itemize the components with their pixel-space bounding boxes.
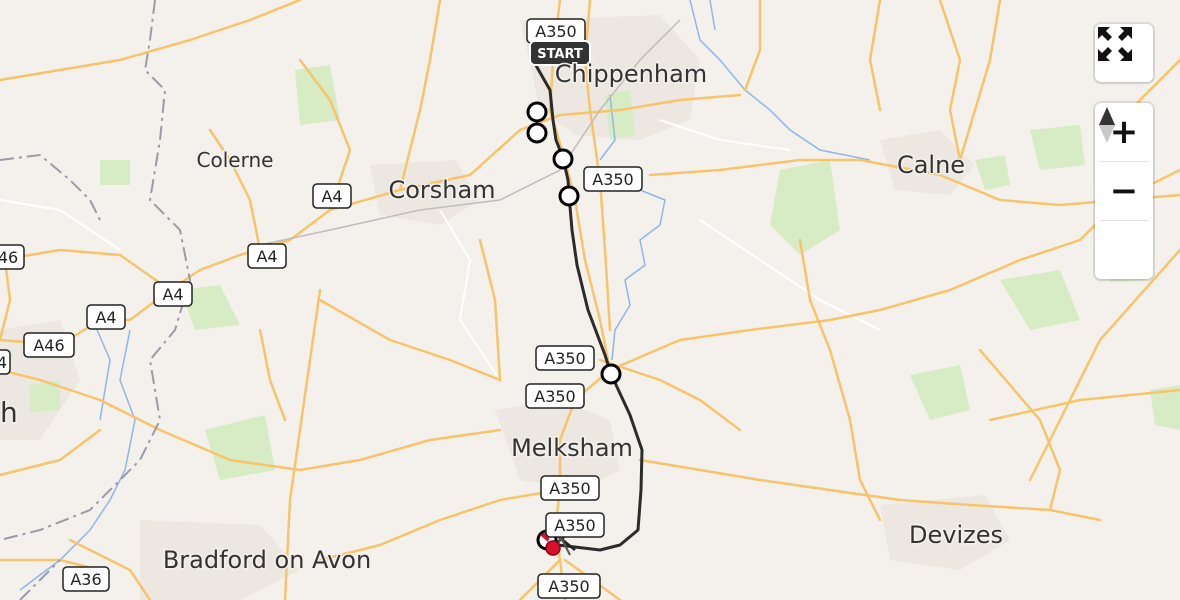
road-shield-a350: A350 bbox=[583, 166, 643, 192]
svg-text:A4: A4 bbox=[321, 187, 342, 206]
waypoint-marker[interactable] bbox=[558, 185, 580, 207]
svg-text:A350: A350 bbox=[549, 479, 590, 498]
place-label-edge: h bbox=[0, 396, 18, 429]
navigation-control: + − bbox=[1095, 103, 1153, 279]
road-shield-a4: A4 bbox=[312, 183, 352, 209]
map-canvas[interactable]: A350 A350 A350 A350 A350 A350 A350 A4 A4… bbox=[0, 0, 1180, 600]
svg-text:A350: A350 bbox=[554, 516, 595, 535]
waypoint-marker[interactable] bbox=[552, 148, 574, 170]
svg-text:A350: A350 bbox=[534, 387, 575, 406]
svg-text:A4: A4 bbox=[95, 308, 116, 327]
svg-text:46: 46 bbox=[0, 248, 18, 267]
svg-text:4: 4 bbox=[0, 353, 7, 372]
zoom-out-icon: − bbox=[1109, 171, 1139, 211]
svg-text:A350: A350 bbox=[544, 349, 585, 368]
place-label-bradford-on-avon: Bradford on Avon bbox=[163, 546, 371, 574]
map-view[interactable]: A350 A350 A350 A350 A350 A350 A350 A4 A4… bbox=[0, 0, 1180, 600]
place-label-calne: Calne bbox=[897, 151, 965, 179]
road-shield-a46: 46 bbox=[0, 244, 25, 270]
fullscreen-button[interactable] bbox=[1095, 24, 1153, 82]
road-shield-a350: A350 bbox=[525, 383, 585, 409]
road-shield-a350: A350 bbox=[540, 475, 600, 501]
svg-text:A350: A350 bbox=[535, 22, 576, 41]
svg-text:A36: A36 bbox=[70, 570, 101, 589]
place-label-corsham: Corsham bbox=[388, 176, 495, 204]
place-label-colerne: Colerne bbox=[197, 148, 274, 172]
road-shield-edge: 4 bbox=[0, 349, 11, 375]
compass-icon bbox=[1099, 107, 1115, 143]
svg-text:A350: A350 bbox=[592, 170, 633, 189]
place-label-devizes: Devizes bbox=[909, 521, 1003, 549]
compass-button[interactable] bbox=[1095, 107, 1153, 279]
zoom-out-button[interactable]: − bbox=[1095, 162, 1153, 220]
fullscreen-icon bbox=[1098, 27, 1132, 61]
road-shield-a4: A4 bbox=[86, 304, 126, 330]
road-shield-a36: A36 bbox=[62, 566, 110, 592]
road-shield-a350: A350 bbox=[535, 345, 595, 371]
svg-text:A46: A46 bbox=[33, 336, 64, 355]
svg-text:A350: A350 bbox=[548, 577, 589, 596]
waypoint-marker[interactable] bbox=[600, 363, 622, 385]
road-shield-a46: A46 bbox=[23, 332, 75, 358]
fullscreen-control bbox=[1095, 24, 1153, 82]
waypoint-marker[interactable] bbox=[526, 101, 548, 123]
road-shield-a4: A4 bbox=[153, 281, 193, 307]
svg-text:A4: A4 bbox=[162, 285, 183, 304]
place-label-chippenham: Chippenham bbox=[555, 60, 707, 88]
road-shield-a4: A4 bbox=[247, 243, 287, 269]
waypoint-marker[interactable] bbox=[526, 122, 548, 144]
road-shield-a350: A350 bbox=[526, 18, 586, 44]
road-shield-a350: A350 bbox=[545, 512, 605, 538]
place-label-melksham: Melksham bbox=[511, 434, 633, 462]
svg-text:A4: A4 bbox=[256, 247, 277, 266]
road-shield-a350: A350 bbox=[537, 573, 601, 599]
